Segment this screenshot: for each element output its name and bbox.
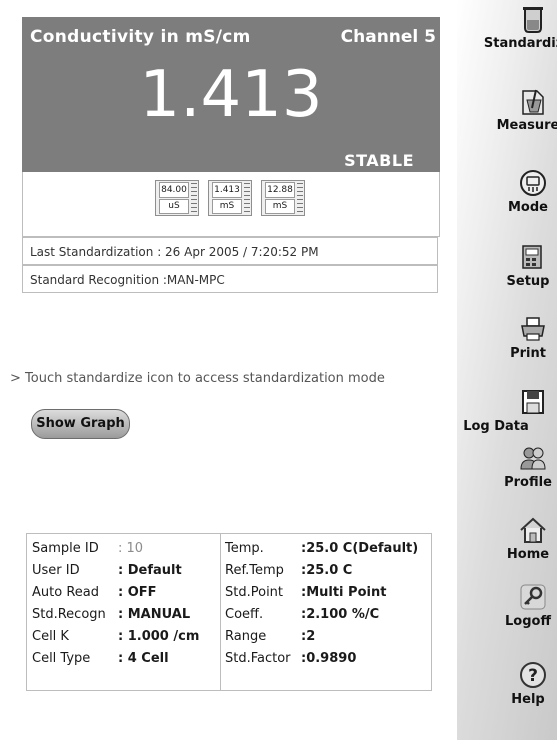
toolbar-label: Profile bbox=[504, 475, 552, 490]
floppy-disk-icon bbox=[522, 390, 544, 414]
toolbar-home[interactable]: Home bbox=[457, 513, 557, 579]
param-value: :0.9890 bbox=[301, 651, 357, 666]
reading-value: 1.413 bbox=[139, 58, 323, 132]
last-standardization: Last Standardization : 26 Apr 2005 / 7:2… bbox=[22, 237, 438, 265]
param-value: : MANUAL bbox=[118, 607, 191, 622]
scale-ticks bbox=[244, 183, 250, 212]
standard-chip: 84.00 uS bbox=[155, 180, 199, 216]
home-icon bbox=[520, 517, 546, 543]
toolbar-label: Help bbox=[511, 692, 545, 707]
toolbar-mode[interactable]: Mode bbox=[457, 166, 557, 232]
channel-label: Channel 5 bbox=[340, 27, 436, 47]
param-label: Range bbox=[225, 629, 267, 644]
standard-value: 84.00 bbox=[159, 182, 189, 198]
scale-ticks bbox=[297, 183, 303, 212]
key-icon bbox=[520, 584, 546, 610]
measure-icon bbox=[522, 89, 544, 115]
param-row: Range :2 bbox=[225, 627, 315, 647]
printer-icon bbox=[521, 317, 545, 341]
toolbar-label: Log Data bbox=[463, 419, 529, 434]
toolbar-label: Measure bbox=[496, 118, 557, 133]
scale-ticks bbox=[191, 183, 197, 212]
setup-icon bbox=[522, 245, 542, 269]
svg-text:?: ? bbox=[528, 666, 538, 686]
param-label: Std.Point bbox=[225, 585, 284, 600]
param-label: Sample ID bbox=[32, 541, 99, 556]
param-row: Std.Point :Multi Point bbox=[225, 583, 386, 603]
param-label: Std.Factor bbox=[225, 651, 291, 666]
param-row: Sample ID : 10 bbox=[32, 539, 143, 559]
standard-value: 1.413 bbox=[212, 182, 242, 198]
stability-status: STABLE bbox=[344, 151, 414, 170]
measurement-title: Conductivity in mS/cm bbox=[30, 27, 251, 47]
toolbar-help[interactable]: ? Help bbox=[457, 658, 557, 724]
standard-recognition: Standard Recognition :MAN-MPC bbox=[22, 265, 438, 293]
toolbar-standardize[interactable]: Standardize bbox=[457, 2, 557, 68]
param-label: Cell Type bbox=[32, 651, 91, 666]
standard-unit: mS bbox=[212, 199, 242, 214]
param-label: Ref.Temp bbox=[225, 563, 284, 578]
standard-chip: 12.88 mS bbox=[261, 180, 305, 216]
toolbar-label: Mode bbox=[508, 200, 548, 215]
toolbar-print[interactable]: Print bbox=[457, 312, 557, 378]
standard-unit: uS bbox=[159, 199, 189, 214]
param-value: :25.0 C(Default) bbox=[301, 541, 419, 556]
param-label: User ID bbox=[32, 563, 80, 578]
help-icon: ? bbox=[520, 662, 546, 688]
toolbar-logoff[interactable]: Logoff bbox=[457, 580, 557, 646]
toolbar-label: Home bbox=[506, 547, 550, 562]
param-value: :2 bbox=[301, 629, 316, 644]
param-label: Temp. bbox=[225, 541, 264, 556]
toolbar-setup[interactable]: Setup bbox=[457, 240, 557, 306]
toolbar-label: Standardize bbox=[483, 36, 557, 51]
param-value: : OFF bbox=[118, 585, 157, 600]
param-row: User ID : Default bbox=[32, 561, 182, 581]
show-graph-button[interactable]: Show Graph bbox=[31, 409, 130, 439]
reading-display: Conductivity in mS/cm Channel 5 1.413 ST… bbox=[22, 17, 440, 172]
param-row: Coeff. :2.100 %/C bbox=[225, 605, 379, 625]
param-row: Temp. :25.0 C(Default) bbox=[225, 539, 418, 559]
toolbar-label: Print bbox=[510, 346, 546, 361]
standards-panel: 84.00 uS 1.413 mS 12.88 mS bbox=[22, 172, 440, 237]
column-divider bbox=[220, 534, 221, 690]
main-panel: Conductivity in mS/cm Channel 5 1.413 ST… bbox=[0, 0, 457, 740]
param-value: : 1.000 /cm bbox=[118, 629, 200, 644]
param-row: Auto Read : OFF bbox=[32, 583, 157, 603]
standard-chip: 1.413 mS bbox=[208, 180, 252, 216]
toolbar-profile[interactable]: Profile bbox=[457, 441, 557, 507]
param-value: : 10 bbox=[118, 541, 144, 556]
mode-icon bbox=[520, 170, 546, 196]
standard-unit: mS bbox=[265, 199, 295, 214]
instruction-hint: > Touch standardize icon to access stand… bbox=[10, 371, 385, 386]
param-row: Cell K : 1.000 /cm bbox=[32, 627, 199, 647]
param-label: Auto Read bbox=[32, 585, 99, 600]
param-value: :2.100 %/C bbox=[301, 607, 380, 622]
toolbar-label: Setup bbox=[506, 274, 550, 289]
beaker-icon bbox=[523, 7, 543, 33]
users-icon bbox=[520, 447, 546, 470]
standard-value: 12.88 bbox=[265, 182, 295, 198]
param-value: :25.0 C bbox=[301, 563, 353, 578]
param-row: Ref.Temp :25.0 C bbox=[225, 561, 352, 581]
param-value: : Default bbox=[118, 563, 182, 578]
param-label: Coeff. bbox=[225, 607, 264, 622]
param-value: : 4 Cell bbox=[118, 651, 169, 666]
toolbar-label: Logoff bbox=[505, 614, 551, 629]
param-label: Std.Recogn bbox=[32, 607, 106, 622]
param-value: :Multi Point bbox=[301, 585, 387, 600]
toolbar-measure[interactable]: Measure bbox=[457, 84, 557, 150]
side-toolbar: Standardize Measure Mode Setup bbox=[457, 0, 557, 740]
param-label: Cell K bbox=[32, 629, 69, 644]
param-row: Std.Factor :0.9890 bbox=[225, 649, 356, 669]
param-row: Cell Type : 4 Cell bbox=[32, 649, 169, 669]
param-row: Std.Recogn : MANUAL bbox=[32, 605, 190, 625]
parameters-table: Sample ID : 10 User ID : Default Auto Read… bbox=[26, 533, 432, 691]
